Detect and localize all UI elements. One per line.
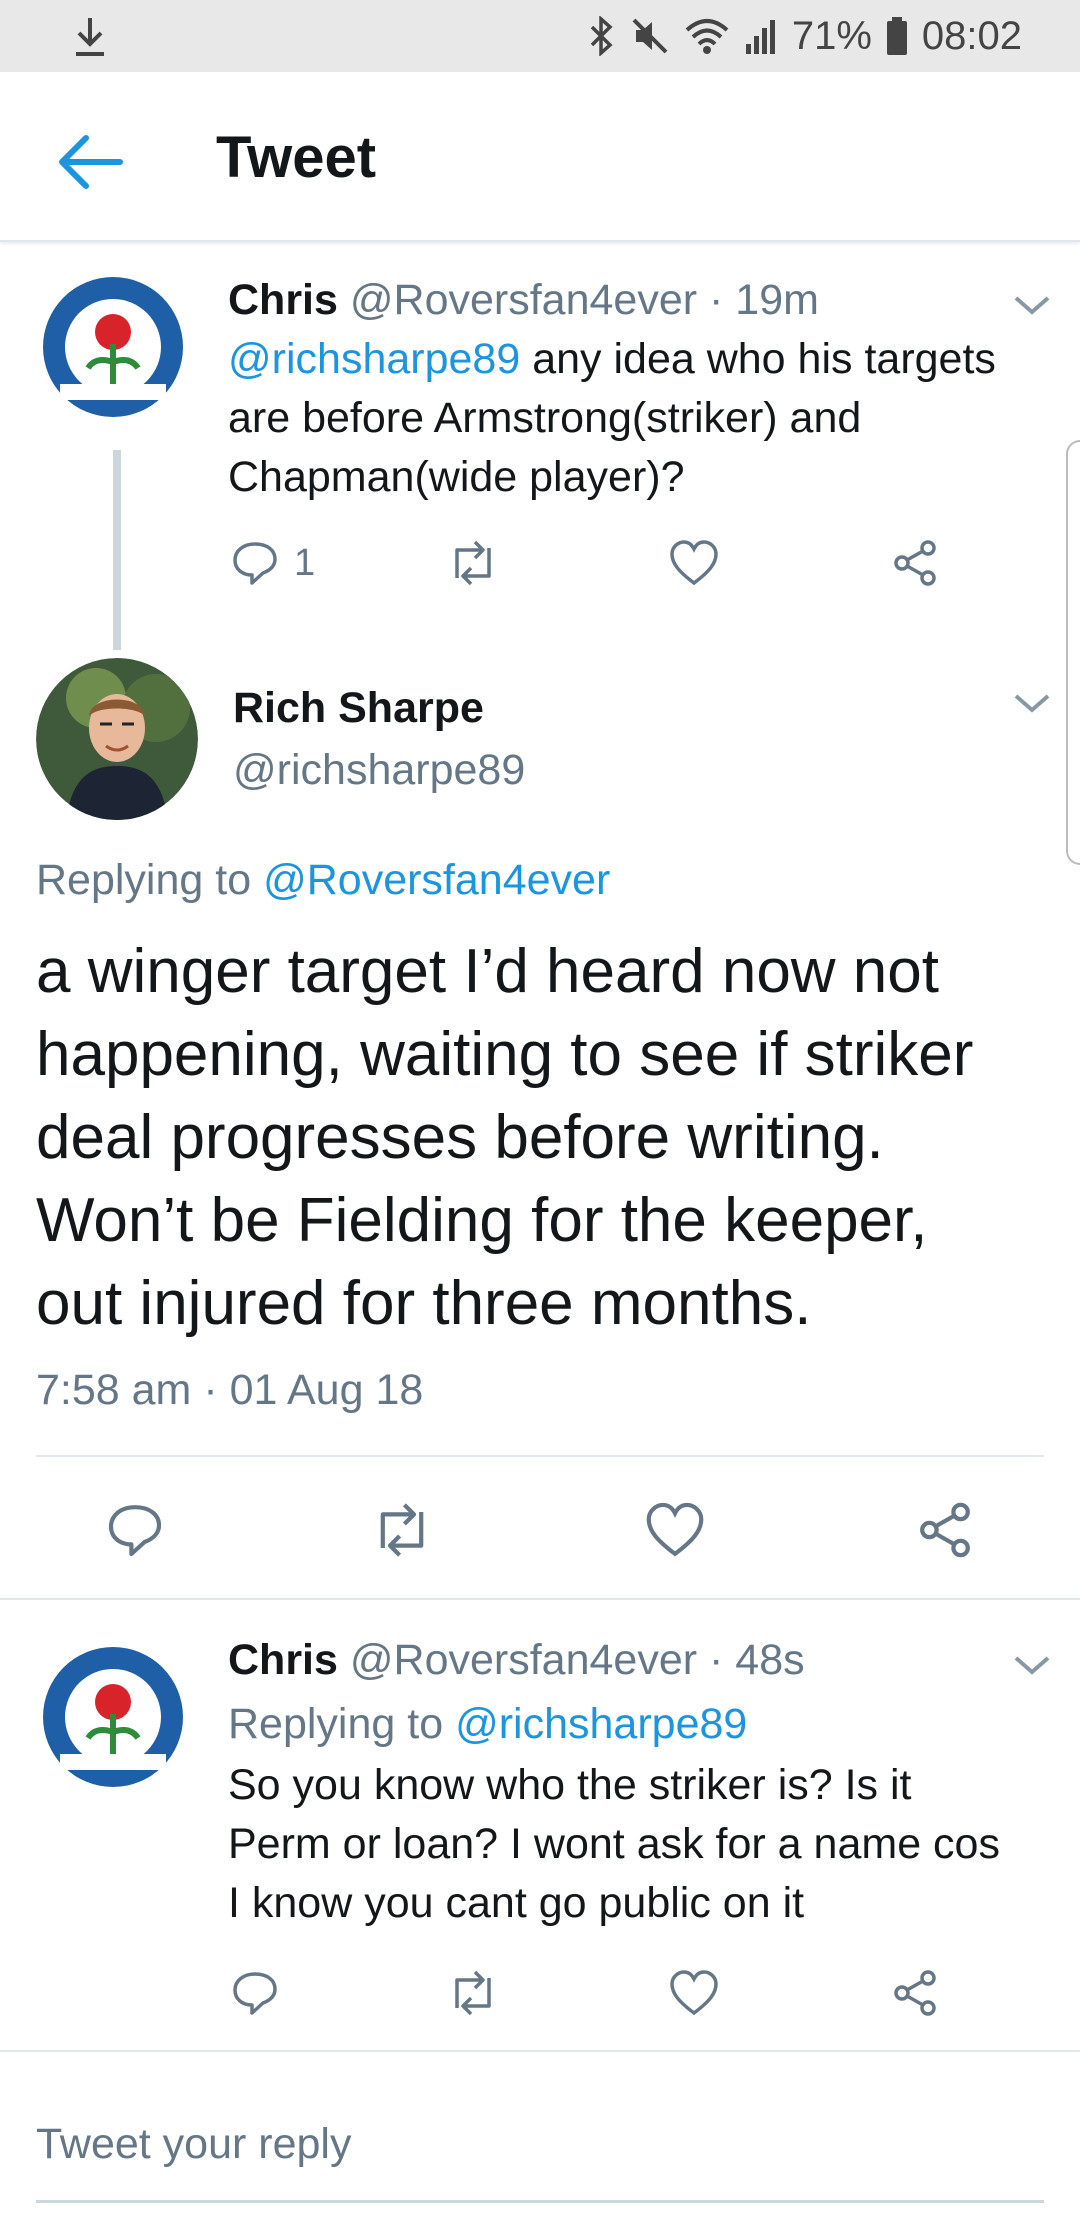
replying-to: Replying to @Roversfan4ever [36,856,611,904]
retweet-icon[interactable] [445,1968,501,2018]
tweet-text: @richsharpe89 any idea who his targets a… [228,335,996,501]
heart-icon[interactable] [668,1968,720,2018]
tweet-time: · 19m [709,276,819,324]
share-icon[interactable] [915,1500,975,1560]
page-title: Tweet [216,125,377,190]
battery-percent: 71% [791,13,872,58]
reply-button[interactable]: 1 [230,538,315,588]
mention-link[interactable]: @richsharpe89 [455,1700,747,1748]
mute-icon [632,18,668,54]
avatar[interactable] [36,658,198,820]
tweet-timestamp[interactable]: 7:58 am · 01 Aug 18 [36,1366,423,1415]
tweet-time: · 48s [709,1636,805,1684]
share-icon[interactable] [890,1968,940,2018]
chevron-down-icon[interactable] [1010,290,1054,320]
signal-icon [745,20,775,54]
wifi-icon [685,19,729,54]
download-icon [76,18,104,56]
divider [0,1598,1080,1600]
battery-icon [886,17,907,55]
chevron-down-icon[interactable] [1010,688,1054,718]
retweet-icon[interactable] [368,1500,436,1560]
status-bar: 71% 08:02 [0,0,1080,72]
scroll-indicator[interactable] [1066,440,1080,865]
author-name[interactable]: Rich Sharpe [233,684,484,733]
reply-input-underline [36,2200,1044,2203]
reply-icon[interactable] [105,1500,165,1560]
heart-icon[interactable] [668,538,720,588]
author-handle[interactable]: @Roversfan4ever [350,1636,697,1684]
mention-link[interactable]: @richsharpe89 [228,335,520,383]
author-name[interactable]: Chris [228,1636,338,1684]
avatar[interactable] [38,272,188,422]
retweet-icon[interactable] [445,538,501,588]
author-name[interactable]: Chris [228,276,338,324]
tweet-text: a winger target I’d heard now not happen… [36,937,974,1338]
heart-icon[interactable] [644,1500,706,1560]
reply-icon [233,542,277,585]
reply-icon[interactable] [230,1968,280,2018]
author-handle[interactable]: @richsharpe89 [233,746,525,795]
thread-connector [113,450,121,650]
tweet-text: So you know who the striker is? Is it Pe… [228,1761,1000,1927]
chevron-down-icon[interactable] [1010,1650,1054,1680]
avatar[interactable] [38,1642,188,1792]
reply-count: 1 [294,541,316,584]
divider [0,2050,1080,2052]
mention-link[interactable]: @Roversfan4ever [263,856,610,904]
replying-to: Replying to @richsharpe89 [228,1700,748,1748]
clock: 08:02 [921,13,1022,58]
reply-input[interactable]: Tweet your reply [36,2120,351,2169]
divider [36,1455,1044,1457]
share-icon[interactable] [890,538,940,588]
bluetooth-icon [590,16,613,56]
arrow-left-icon[interactable] [50,122,130,202]
author-handle[interactable]: @Roversfan4ever [350,276,697,324]
app-header: Tweet [0,72,1080,242]
